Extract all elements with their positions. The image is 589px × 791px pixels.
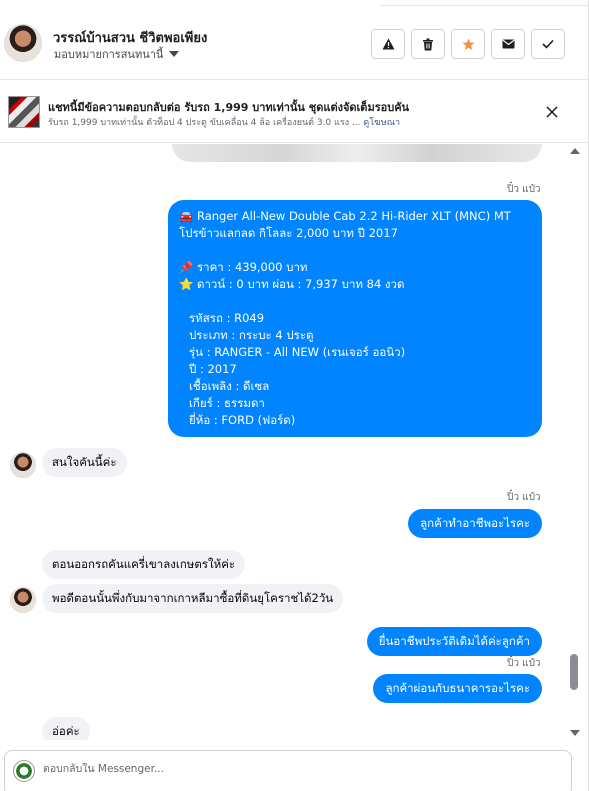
car-line xyxy=(179,242,532,259)
sender-name: ปิ๋ว แป๋ว xyxy=(507,658,541,669)
check-icon xyxy=(542,39,554,49)
scrollbar-thumb[interactable] xyxy=(570,654,578,690)
outgoing-message: ลูกค้าผ่อนกับธนาคารอะไรคะ xyxy=(373,674,542,703)
car-line: ปี : 2017 xyxy=(189,362,237,376)
mark-unread-button[interactable] xyxy=(491,29,525,59)
assign-label: มอบหมายการสนทนานี้ xyxy=(54,48,164,61)
car-line: ยี่ห้อ : FORD (ฟอร์ด) xyxy=(189,413,296,427)
car-line: รุ่น : RANGER - All NEW (เรนเจอร์ ออนิว) xyxy=(189,345,406,359)
conversation-actions xyxy=(371,29,565,59)
spam-button[interactable] xyxy=(371,29,405,59)
car-line: 🚘 Ranger All-New Double Cab 2.2 Hi-Rider… xyxy=(179,209,511,223)
car-line: โปรข้าวแลกลด กิโลละ 2,000 บาท ปี 2017 xyxy=(179,226,398,240)
car-line: เกียร์ : ธรรมดา xyxy=(189,396,265,410)
caret-down-icon xyxy=(169,51,180,57)
contact-avatar-small xyxy=(10,587,36,613)
outgoing-message: ยื่นอาชีพประวัติเดิมได้ค่ะลูกค้า xyxy=(366,627,542,656)
message-thread[interactable]: ปิ๋ว แป๋ว 🚘 Ranger All-New Double Cab 2.… xyxy=(0,144,568,740)
contact-avatar-small xyxy=(10,452,36,478)
mail-icon xyxy=(502,39,514,49)
car-line: 📌 ราคา : 439,000 บาท xyxy=(179,260,308,274)
ad-thumbnail xyxy=(8,96,40,128)
car-line: ประเภท : กระบะ 4 ประตู xyxy=(189,328,314,342)
car-line: ⭐ ดาวน์ : 0 บาท ผ่อน : 7,937 บาท 84 งวด xyxy=(179,277,405,291)
reply-input[interactable] xyxy=(43,763,543,775)
incoming-message: ตอนออกรถคันแครี่เขาลงเกษตรให้ค่ะ xyxy=(42,550,246,579)
header-divider xyxy=(380,0,588,6)
ad-reply-banner: แชทนี้มีข้อความตอบกลับต่อ รับรถ 1,999 บา… xyxy=(0,81,588,143)
car-line: เชื้อเพลิง : ดีเซล xyxy=(189,379,270,393)
conversation-header: วรรณ์บ้านสวน ชีวิตพอเพียง มอบหมายการสนทน… xyxy=(0,0,588,80)
page-avatar xyxy=(13,760,35,782)
contact-avatar[interactable] xyxy=(4,24,42,62)
incoming-message: พอดีตอนนั้นพึ่งกับมาจากเกาหลีมาซื้อที่ดิ… xyxy=(42,584,344,613)
sender-name: ปิ๋ว แป๋ว xyxy=(507,492,541,503)
sender-name: ปิ๋ว แป๋ว xyxy=(507,184,541,195)
reply-box xyxy=(4,750,572,791)
view-ad-link[interactable]: ดูโฆษณา xyxy=(363,118,400,128)
car-photo-attachment[interactable] xyxy=(172,144,542,162)
close-icon xyxy=(546,106,558,118)
alert-icon xyxy=(382,38,394,50)
outgoing-message-car-details: 🚘 Ranger All-New Double Cab 2.2 Hi-Rider… xyxy=(168,200,542,437)
scroll-up-arrow-icon[interactable] xyxy=(570,148,580,154)
delete-button[interactable] xyxy=(411,29,445,59)
incoming-message: สนใจคันนี้ค่ะ xyxy=(42,448,127,477)
thread-scrollbar[interactable] xyxy=(568,144,582,740)
ad-title: แชทนี้มีข้อความตอบกลับต่อ รับรถ 1,999 บา… xyxy=(48,101,410,114)
car-line xyxy=(179,293,532,310)
assign-conversation-dropdown[interactable]: มอบหมายการสนทนานี้ xyxy=(54,45,180,63)
car-line: รหัสรถ : R049 xyxy=(189,311,265,325)
mark-done-button[interactable] xyxy=(531,29,565,59)
incoming-message: อ่อค่ะ xyxy=(42,717,90,740)
outgoing-message: ลูกค้าทำอาชีพอะไรคะ xyxy=(408,509,542,538)
scroll-down-arrow-icon[interactable] xyxy=(570,730,580,736)
trash-icon xyxy=(423,38,433,50)
close-banner-button[interactable] xyxy=(546,103,558,122)
star-button[interactable] xyxy=(451,29,485,59)
ad-description: รับรถ 1,999 บาทเท่านั้น ตัวท็อป 4 ประตู … xyxy=(48,118,361,128)
star-icon xyxy=(462,38,474,50)
messenger-inbox-panel: วรรณ์บ้านสวน ชีวิตพอเพียง มอบหมายการสนทน… xyxy=(0,0,589,791)
ad-subtitle: รับรถ 1,999 บาทเท่านั้น ตัวท็อป 4 ประตู … xyxy=(48,115,400,129)
